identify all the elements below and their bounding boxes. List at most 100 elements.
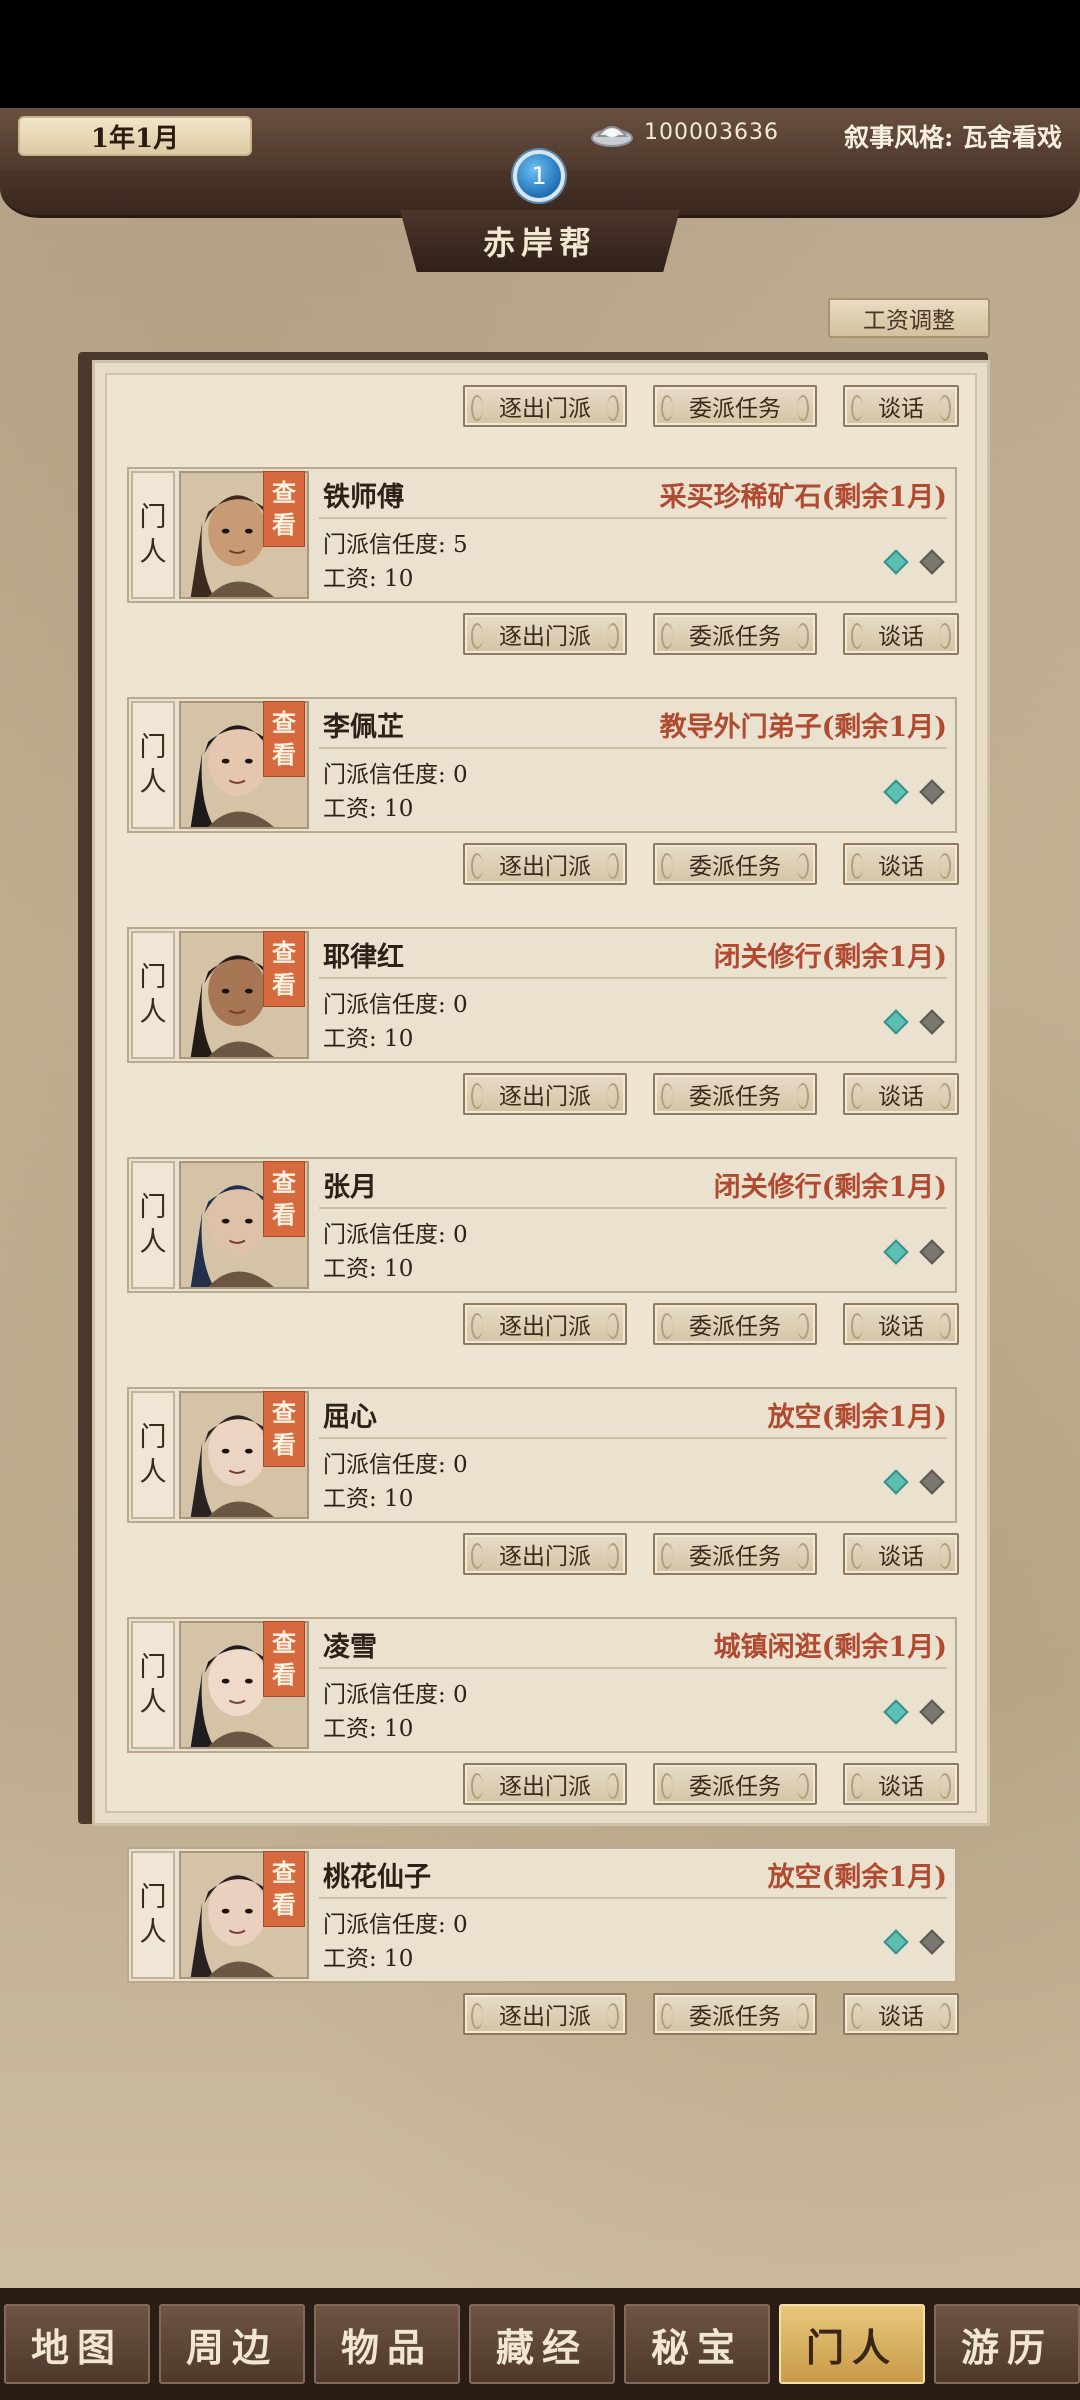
silver-amount: 100003636 [644, 120, 779, 145]
member-task: 闭关修行(剩余1月) [713, 1172, 947, 1203]
grey-diamond-icon [919, 1929, 945, 1955]
member-tag-char: 门 [139, 731, 167, 763]
view-label-char: 看 [272, 970, 296, 999]
member-tag: 门 人 [131, 701, 175, 829]
expel-button[interactable]: 逐出门派 [463, 1533, 627, 1575]
talk-button[interactable]: 谈话 [843, 1763, 959, 1805]
member-card: 门 人 查 看 张月 闭关修行(剩余1月) 门派信任度: 0 工资: 10 [127, 1157, 957, 1293]
member-name: 张月 [323, 1172, 377, 1203]
assign-task-button[interactable]: 委派任务 [653, 1763, 817, 1805]
member-tag: 门 人 [131, 1161, 175, 1289]
teal-diamond-icon [883, 1929, 909, 1955]
view-label-char: 查 [272, 1397, 296, 1427]
wage-adjust-button[interactable]: 工资调整 [828, 298, 990, 338]
nav-tab[interactable]: 周边 [159, 2304, 305, 2384]
action-row: 逐出门派 委派任务 谈话 [95, 385, 993, 429]
divider [319, 1897, 947, 1899]
talk-button[interactable]: 谈话 [843, 1303, 959, 1345]
assign-task-button[interactable]: 委派任务 [653, 385, 817, 427]
divider [319, 1437, 947, 1439]
nav-tab[interactable]: 藏经 [469, 2304, 615, 2384]
member-wage: 工资: 10 [323, 1026, 414, 1052]
member-trust: 门派信任度: 0 [323, 1452, 468, 1478]
expel-button[interactable]: 逐出门派 [463, 1303, 627, 1345]
member-task: 放空(剩余1月) [767, 1862, 947, 1893]
nav-tab[interactable]: 门人 [779, 2304, 925, 2384]
member-card: 门 人 查 看 李佩芷 教导外门弟子(剩余1月) 门派信任度: 0 工资: 10 [127, 697, 957, 833]
narrative-style-button[interactable]: 叙事风格: 瓦舍看戏 [844, 118, 1062, 154]
member-name: 李佩芷 [323, 712, 404, 743]
teal-diamond-icon [883, 1009, 909, 1035]
expel-button[interactable]: 逐出门派 [463, 1993, 627, 2035]
level-badge[interactable]: 1 [513, 150, 565, 202]
nav-tab[interactable]: 地图 [4, 2304, 150, 2384]
view-label-char: 看 [272, 510, 296, 539]
view-button[interactable]: 查 看 [263, 1161, 305, 1237]
assign-task-button[interactable]: 委派任务 [653, 1303, 817, 1345]
teal-diamond-icon [883, 779, 909, 805]
assign-task-button[interactable]: 委派任务 [653, 1993, 817, 2035]
divider [319, 517, 947, 519]
member-list-panel[interactable]: 逐出门派 委派任务 谈话 门 人 查 看 铁师傅 采买珍稀矿石(剩余1月) 门派… [92, 360, 993, 2035]
sect-title-plate: 赤岸帮 [400, 210, 680, 272]
nav-tab[interactable]: 物品 [314, 2304, 460, 2384]
action-row: 逐出门派 委派任务 谈话 [95, 1073, 993, 1117]
expel-button[interactable]: 逐出门派 [463, 1073, 627, 1115]
member-tag: 门 人 [131, 471, 175, 599]
talk-button[interactable]: 谈话 [843, 843, 959, 885]
talk-button[interactable]: 谈话 [843, 1533, 959, 1575]
view-label-char: 看 [272, 1430, 296, 1459]
member-tag: 门 人 [131, 931, 175, 1059]
nav-tab[interactable]: 游历 [934, 2304, 1080, 2384]
teal-diamond-icon [883, 1469, 909, 1495]
talk-button[interactable]: 谈话 [843, 613, 959, 655]
action-row: 逐出门派 委派任务 谈话 [95, 1763, 993, 1807]
view-button[interactable]: 查 看 [263, 471, 305, 547]
member-tag-char: 门 [139, 1651, 167, 1683]
action-row: 逐出门派 委派任务 谈话 [95, 1533, 993, 1577]
view-label-char: 查 [272, 1627, 296, 1657]
expel-button[interactable]: 逐出门派 [463, 613, 627, 655]
member-tag-char: 门 [139, 1191, 167, 1223]
member-tag-char: 门 [139, 501, 167, 533]
talk-button[interactable]: 谈话 [843, 385, 959, 427]
member-card: 门 人 查 看 屈心 放空(剩余1月) 门派信任度: 0 工资: 10 [127, 1387, 957, 1523]
member-task: 城镇闲逛(剩余1月) [713, 1632, 947, 1663]
member-trust: 门派信任度: 0 [323, 1912, 468, 1938]
member-name: 凌雪 [323, 1632, 377, 1663]
grey-diamond-icon [919, 549, 945, 575]
member-wage: 工资: 10 [323, 796, 414, 822]
member-task: 教导外门弟子(剩余1月) [659, 712, 947, 743]
view-button[interactable]: 查 看 [263, 1391, 305, 1467]
view-label-char: 看 [272, 1200, 296, 1229]
view-button[interactable]: 查 看 [263, 931, 305, 1007]
member-wage: 工资: 10 [323, 1486, 414, 1512]
grey-diamond-icon [919, 1239, 945, 1265]
talk-button[interactable]: 谈话 [843, 1993, 959, 2035]
member-wage: 工资: 10 [323, 1716, 414, 1742]
member-tag-char: 人 [139, 767, 167, 798]
expel-button[interactable]: 逐出门派 [463, 843, 627, 885]
view-label-char: 查 [272, 1167, 296, 1197]
nav-tab[interactable]: 秘宝 [624, 2304, 770, 2384]
assign-task-button[interactable]: 委派任务 [653, 613, 817, 655]
member-task: 闭关修行(剩余1月) [713, 942, 947, 973]
member-tag-char: 人 [139, 1917, 167, 1948]
talk-button[interactable]: 谈话 [843, 1073, 959, 1115]
member-tag-char: 人 [139, 537, 167, 568]
view-button[interactable]: 查 看 [263, 1621, 305, 1697]
assign-task-button[interactable]: 委派任务 [653, 1533, 817, 1575]
expel-button[interactable]: 逐出门派 [463, 385, 627, 427]
view-label-char: 看 [272, 1890, 296, 1919]
member-tag-char: 门 [139, 961, 167, 993]
divider [319, 747, 947, 749]
teal-diamond-icon [883, 1239, 909, 1265]
member-trust: 门派信任度: 0 [323, 992, 468, 1018]
assign-task-button[interactable]: 委派任务 [653, 1073, 817, 1115]
expel-button[interactable]: 逐出门派 [463, 1763, 627, 1805]
assign-task-button[interactable]: 委派任务 [653, 843, 817, 885]
view-button[interactable]: 查 看 [263, 701, 305, 777]
divider [319, 1207, 947, 1209]
view-button[interactable]: 查 看 [263, 1851, 305, 1927]
member-wage: 工资: 10 [323, 1946, 414, 1972]
